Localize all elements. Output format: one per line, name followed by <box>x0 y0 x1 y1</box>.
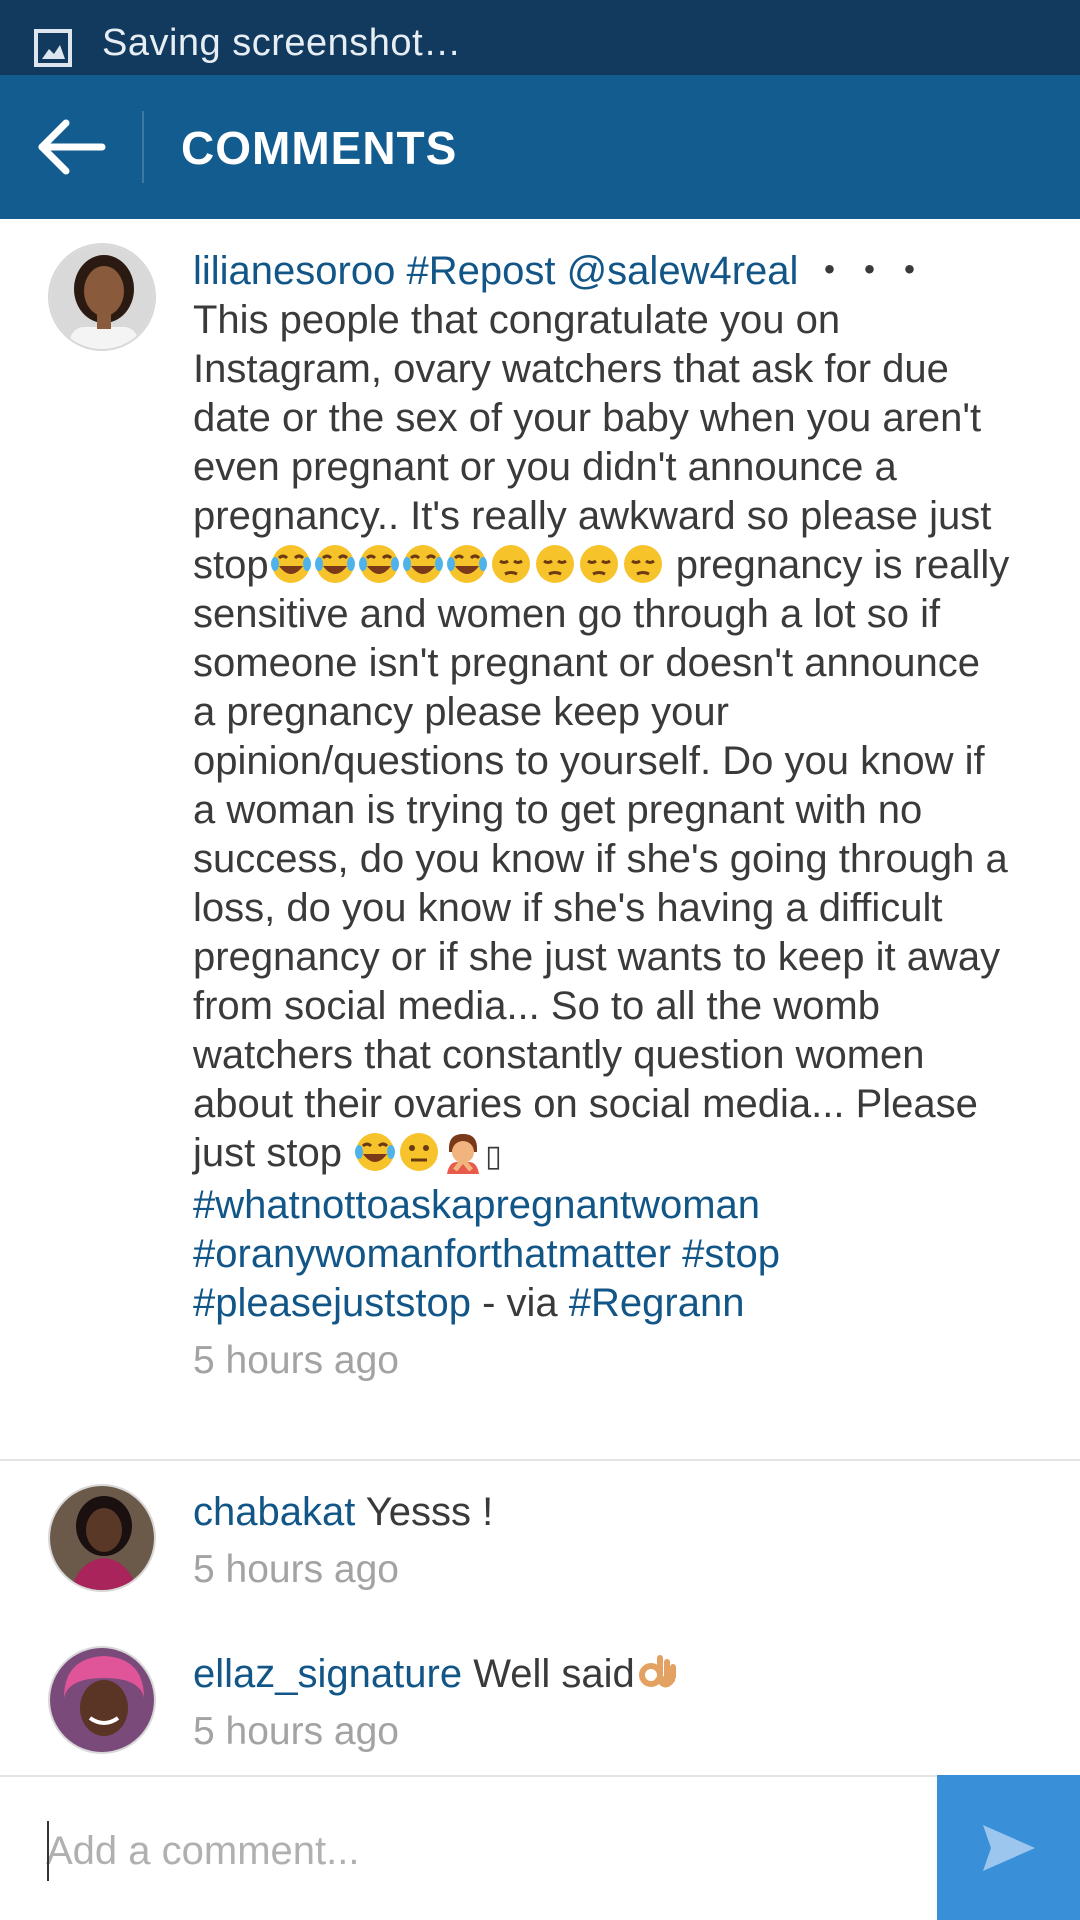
back-arrow-icon <box>38 119 106 175</box>
text-caret <box>47 1821 49 1881</box>
pensive-emoji <box>623 545 662 583</box>
mention-link[interactable]: @salew4real <box>567 249 799 293</box>
tears-of-joy-emoji <box>355 1133 396 1171</box>
tears-of-joy-emoji <box>446 545 487 583</box>
placeholder-glyph: ▯ <box>485 1139 502 1174</box>
neutral-face-emoji <box>400 1133 439 1171</box>
comment-username[interactable]: ellaz_signature <box>193 1652 462 1696</box>
hashtag-link[interactable]: #stop <box>682 1232 780 1276</box>
status-text: Saving screenshot… <box>102 22 462 64</box>
person-gesturing-emoji <box>447 1134 480 1174</box>
tears-of-joy-emoji <box>402 545 443 583</box>
comment-text: ellaz_signature Well said 5 hours ago <box>193 1650 1013 1756</box>
tears-of-joy-emoji <box>358 545 399 583</box>
avatar[interactable] <box>48 1646 156 1754</box>
comment-username[interactable]: lilianesoroo <box>193 249 395 293</box>
page-title: COMMENTS <box>181 122 458 174</box>
back-button[interactable] <box>22 103 122 191</box>
comment-input[interactable] <box>46 1821 906 1881</box>
status-bar: Saving screenshot… <box>0 0 1080 75</box>
send-button[interactable] <box>937 1775 1080 1920</box>
ok-hand-emoji <box>638 1655 676 1688</box>
comment-text-part: pregnancy is really sensitive and women … <box>193 543 1010 1175</box>
hashtag-link[interactable]: #Regrann <box>569 1281 745 1325</box>
app-bar-divider <box>142 111 144 183</box>
comment-text: lilianesoroo #Repost @salew4real ・・・ Thi… <box>193 247 1013 1385</box>
comment-input-bar <box>0 1775 1080 1920</box>
pensive-emoji <box>491 545 530 583</box>
pensive-emoji <box>579 545 618 583</box>
comment-text-part: Yesss ! <box>365 1490 494 1534</box>
comment-username[interactable]: chabakat <box>193 1490 355 1534</box>
comment-text-part: ・・・ This people that congratulate you on… <box>193 249 992 587</box>
send-icon <box>982 1824 1035 1871</box>
tears-of-joy-emoji <box>314 545 355 583</box>
app-bar: COMMENTS <box>0 75 1080 219</box>
divider <box>0 1459 1080 1461</box>
comment-text: chabakat Yesss ! 5 hours ago <box>193 1488 1013 1594</box>
comment-timestamp: 5 hours ago <box>193 1710 399 1753</box>
image-icon <box>34 29 72 67</box>
via-text: - via <box>470 1281 569 1325</box>
comment-timestamp: 5 hours ago <box>193 1548 399 1591</box>
comment-text-part: Well said <box>473 1652 635 1696</box>
comment-timestamp: 5 hours ago <box>193 1339 399 1382</box>
hashtag-link[interactable]: #whatnottoaskapregnantwoman <box>193 1183 760 1227</box>
avatar[interactable] <box>48 243 156 351</box>
hashtag-link[interactable]: #Repost <box>406 249 555 293</box>
avatar[interactable] <box>48 1484 156 1592</box>
tears-of-joy-emoji <box>270 545 311 583</box>
pensive-emoji <box>535 545 574 583</box>
hashtag-link[interactable]: #oranywomanforthatmatter <box>193 1232 671 1276</box>
hashtag-link[interactable]: #pleasejuststop <box>193 1281 471 1325</box>
